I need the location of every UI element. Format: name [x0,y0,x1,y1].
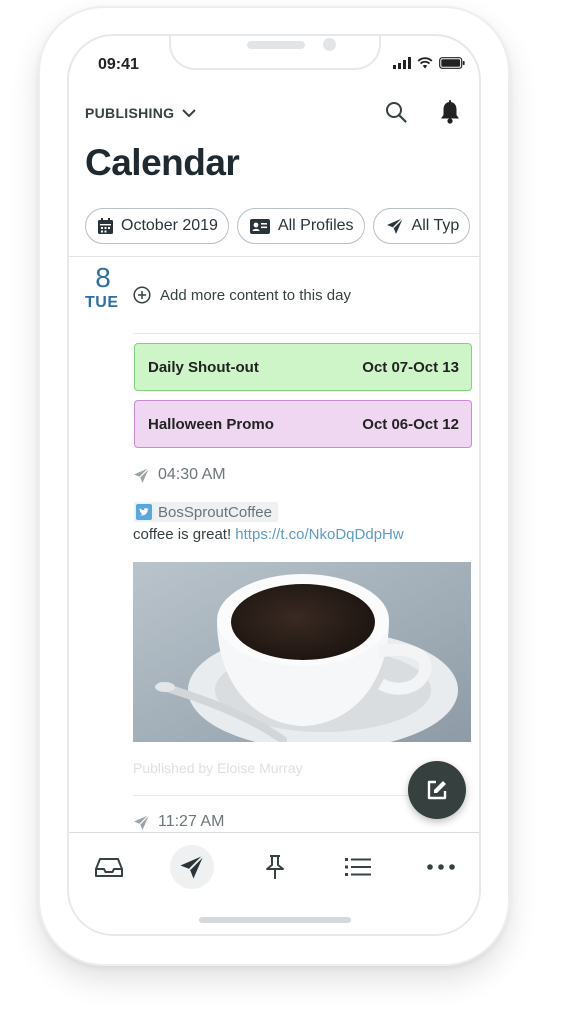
twitter-icon [136,504,152,520]
campaign-name: Halloween Promo [148,415,274,433]
wifi-icon [417,57,433,69]
search-icon[interactable] [385,101,407,123]
compose-button[interactable] [408,761,466,819]
post-text: coffee is great! [133,526,232,543]
post-profile[interactable]: BosSproutCoffee [134,502,278,522]
post-divider [133,795,409,796]
campaign-range: Oct 07-Oct 13 [362,358,459,376]
coffee-cup-photo [133,562,471,742]
page-title: Calendar [85,142,240,183]
compose-icon [427,780,447,800]
post-body: coffee is great! https://t.co/NkoDqDdpHw [133,526,404,543]
header-divider [69,256,479,257]
month-filter-label: October 2019 [121,217,218,234]
send-icon [386,217,403,234]
profiles-filter-chip[interactable]: All Profiles [236,208,365,244]
day-divider [133,333,479,334]
tab-publishing[interactable] [170,845,214,889]
publishing-label: PUBLISHING [85,105,175,121]
inbox-icon [95,858,123,877]
tab-list[interactable] [336,845,380,889]
bottom-tab-bar [69,832,479,934]
calendar-icon [98,218,113,234]
published-by: Published by Eloise Murray [133,760,303,776]
post-link[interactable]: https://t.co/NkoDqDdpHw [235,526,403,543]
post-image[interactable] [133,562,471,742]
types-filter-label: All Typ [411,217,460,234]
publishing-dropdown[interactable]: PUBLISHING [85,105,197,121]
header-actions [385,100,461,124]
camera [323,38,336,51]
campaign-name: Daily Shout-out [148,358,259,376]
send-icon [133,814,150,830]
signal-icon [393,57,411,69]
campaign-card[interactable]: Daily Shout-out Oct 07-Oct 13 [134,343,472,391]
send-icon [133,467,150,483]
campaign-range: Oct 06-Oct 12 [362,415,459,433]
post-time-label: 11:27 AM [158,813,225,830]
chevron-down-icon [182,108,197,117]
post-time: 11:27 AM [133,813,224,831]
profile-card-icon [249,218,270,234]
list-icon [345,858,371,876]
add-content-button[interactable]: Add more content to this day [133,286,351,304]
status-time: 09:41 [98,56,139,73]
add-content-label: Add more content to this day [160,286,351,304]
post-profile-name: BosSproutCoffee [158,503,272,521]
pin-icon [266,855,284,879]
filter-chips: October 2019 All Profiles All Typ [85,208,471,244]
profiles-filter-label: All Profiles [277,217,354,234]
tab-tasks[interactable] [253,845,297,889]
notch [169,36,381,70]
tab-more[interactable] [419,845,463,889]
battery-icon [439,57,465,69]
campaign-card[interactable]: Halloween Promo Oct 06-Oct 12 [134,400,472,448]
app-screen: 09:41 PUBLISHING Calendar October 2019 A… [67,34,481,936]
more-icon [427,864,455,870]
post-time-label: 04:30 AM [158,466,226,483]
status-icons [393,57,465,69]
month-filter-chip[interactable]: October 2019 [85,208,229,244]
speaker [247,41,305,49]
bell-icon[interactable] [439,100,461,124]
day-number: 8 [95,262,111,293]
day-weekday: TUE [85,294,119,311]
tab-inbox[interactable] [87,845,131,889]
send-icon [180,854,205,879]
post-time: 04:30 AM [133,466,226,484]
types-filter-chip[interactable]: All Typ [372,208,471,244]
home-indicator [199,917,351,923]
add-circle-icon [133,286,151,304]
